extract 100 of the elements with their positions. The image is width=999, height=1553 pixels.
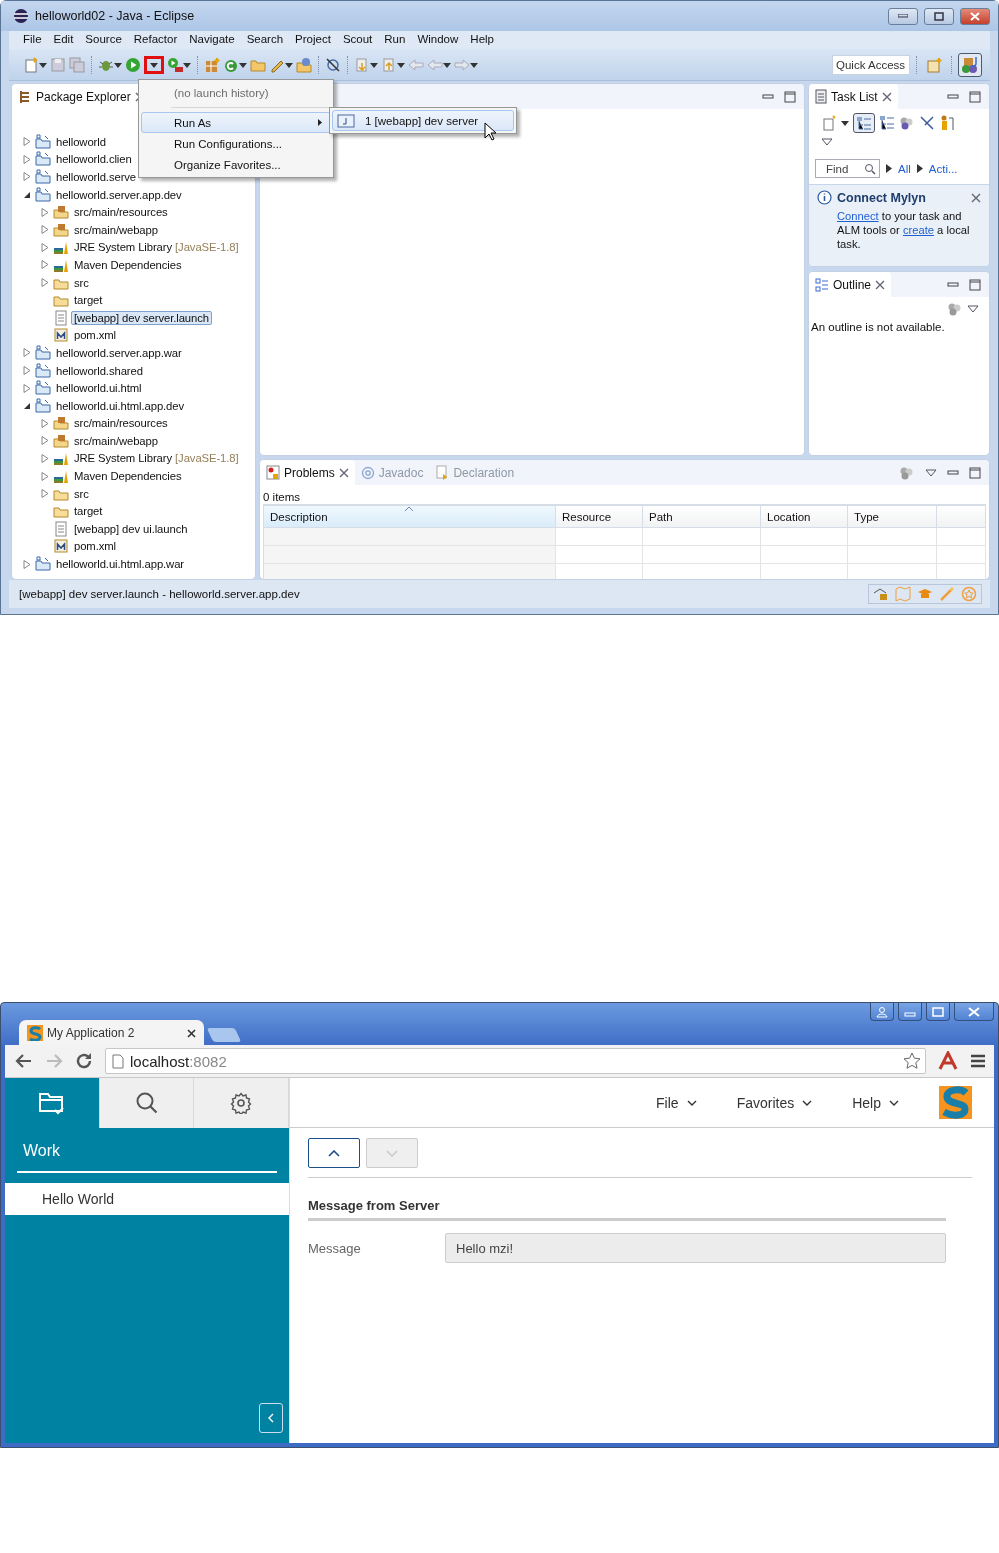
maximize-icon[interactable] [969, 466, 981, 479]
collapsed-triangle-icon[interactable] [23, 172, 31, 182]
tree-item[interactable]: JRE System Library [JavaSE-1.8] [71, 240, 242, 255]
back-arrow-icon[interactable] [15, 1053, 33, 1069]
collapsed-triangle-icon[interactable] [23, 154, 31, 164]
tree-item[interactable]: helloworld.server.app.war [53, 345, 185, 360]
tree-item[interactable]: src/main/webapp [71, 222, 161, 237]
minimize-button[interactable] [888, 7, 918, 25]
tree-item[interactable]: [webapp] dev ui.launch [71, 521, 191, 536]
java-perspective-button[interactable] [958, 52, 982, 77]
tree-item[interactable]: target [71, 504, 106, 519]
menu-item[interactable]: Run [378, 31, 412, 49]
collapsed-triangle-icon[interactable] [41, 242, 49, 252]
view-button[interactable] [194, 1078, 289, 1128]
collapsed-triangle-icon[interactable] [23, 366, 31, 375]
menu-item[interactable]: Help [464, 31, 500, 49]
reload-icon[interactable] [75, 1052, 93, 1070]
menu-item[interactable]: Run As [141, 112, 331, 133]
maximize-button[interactable] [926, 1003, 950, 1021]
crossed-arrows-icon[interactable] [919, 115, 935, 131]
menu-item[interactable]: Project [289, 31, 337, 49]
close-icon[interactable] [881, 91, 892, 102]
menu-item[interactable]: Run Configurations... [141, 133, 331, 154]
maximize-icon[interactable] [969, 90, 981, 103]
scheduled-list-icon[interactable] [879, 115, 895, 131]
menu-item[interactable]: Organize Favorites... [141, 154, 331, 175]
collapsed-triangle-icon[interactable] [41, 489, 49, 499]
expanded-triangle-icon[interactable] [23, 190, 31, 199]
collapsed-triangle-icon[interactable] [41, 278, 49, 288]
collapsed-triangle-icon[interactable] [23, 383, 31, 393]
maximize-button[interactable] [924, 7, 954, 25]
caret-icon[interactable] [841, 119, 849, 127]
menu-item[interactable]: Navigate [183, 31, 241, 49]
menu-item[interactable]: Source [79, 31, 128, 49]
caret-icon[interactable] [39, 60, 47, 69]
address-bar[interactable]: localhost:8082 [105, 1048, 926, 1074]
tree-item[interactable]: target [71, 293, 106, 308]
view-tab[interactable]: Task List [809, 84, 898, 109]
caret-icon[interactable] [183, 60, 191, 69]
column-header[interactable]: Path [643, 505, 761, 528]
categorized-toggle[interactable] [853, 113, 875, 133]
tree-item[interactable]: pom.xml [71, 539, 119, 554]
link[interactable]: Connect [837, 210, 879, 222]
column-header[interactable]: Description [264, 505, 556, 528]
filter-link[interactable]: Acti... [928, 162, 958, 175]
run-tool-icon[interactable] [167, 56, 183, 73]
menu-button[interactable]: File [656, 1094, 697, 1111]
tree-item[interactable]: helloworld.clien [53, 152, 135, 167]
circles-icon[interactable] [947, 301, 963, 317]
tree-item[interactable]: helloworld.serve [53, 170, 140, 184]
collapsed-triangle-icon[interactable] [41, 225, 49, 235]
collapsed-triangle-icon[interactable] [41, 454, 49, 463]
tree-item[interactable]: src/main/resources [71, 205, 171, 220]
tree-item[interactable]: helloworld.shared [53, 363, 146, 378]
find-field[interactable]: Find [815, 159, 880, 178]
close-icon[interactable] [971, 192, 981, 203]
collapse-button[interactable] [259, 1403, 283, 1433]
collapsed-triangle-icon[interactable] [41, 418, 49, 428]
maximize-icon[interactable] [784, 90, 796, 103]
column-header[interactable]: Type [848, 505, 937, 528]
crossed-eye-icon[interactable] [325, 56, 341, 73]
view-button[interactable] [99, 1078, 195, 1128]
menu-item[interactable]: 1 [webapp] dev server [332, 110, 514, 131]
tree-item[interactable]: Maven Dependencies [71, 257, 185, 272]
view-menu-icon[interactable] [967, 304, 979, 314]
tree-item[interactable]: pom.xml [71, 328, 119, 343]
close-button[interactable] [954, 1003, 994, 1021]
collapsed-triangle-icon[interactable] [23, 137, 31, 147]
tree-item[interactable]: helloworld.ui.html.app.dev [53, 398, 187, 413]
tree-item[interactable]: src [71, 275, 92, 290]
view-menu-icon[interactable] [925, 467, 937, 478]
tree-item[interactable]: [webapp] dev server.launch [71, 310, 212, 325]
circles-icon[interactable] [899, 115, 915, 131]
collapsed-triangle-icon[interactable] [41, 471, 49, 481]
star-badge-icon[interactable] [961, 586, 977, 602]
tree-item[interactable]: JRE System Library [JavaSE-1.8] [71, 451, 242, 466]
menu-item[interactable]: Window [411, 31, 465, 49]
menu-item[interactable]: Scout [336, 31, 379, 49]
caret-icon[interactable] [239, 60, 247, 69]
menu-button[interactable]: Help [852, 1094, 899, 1111]
menu-item[interactable]: File [17, 31, 48, 49]
browser-tab[interactable]: My Application 2 [19, 1020, 204, 1045]
close-icon[interactable] [338, 467, 349, 478]
new-tab-button[interactable] [206, 1028, 242, 1042]
tree-item[interactable]: helloworld.ui.html [53, 381, 145, 396]
column-header[interactable]: Resource [556, 505, 643, 528]
view-tab[interactable]: Problems [260, 460, 355, 485]
caret-icon[interactable] [114, 60, 122, 69]
minimize-button[interactable] [898, 1003, 922, 1021]
tree-item[interactable]: helloworld.ui.html.app.war [53, 557, 187, 572]
view-menu-icon[interactable] [821, 137, 833, 147]
close-button[interactable] [960, 7, 990, 25]
menu-button[interactable]: Favorites [736, 1094, 813, 1111]
caret-icon[interactable] [397, 60, 405, 69]
run-dropdown-button[interactable] [144, 55, 164, 74]
expanded-triangle-icon[interactable] [23, 401, 31, 410]
maximize-icon[interactable] [969, 278, 981, 291]
tree-item[interactable]: helloworld.server.app.dev [53, 187, 185, 202]
person-icon[interactable] [939, 115, 955, 131]
mail-lock-icon[interactable] [873, 586, 889, 602]
